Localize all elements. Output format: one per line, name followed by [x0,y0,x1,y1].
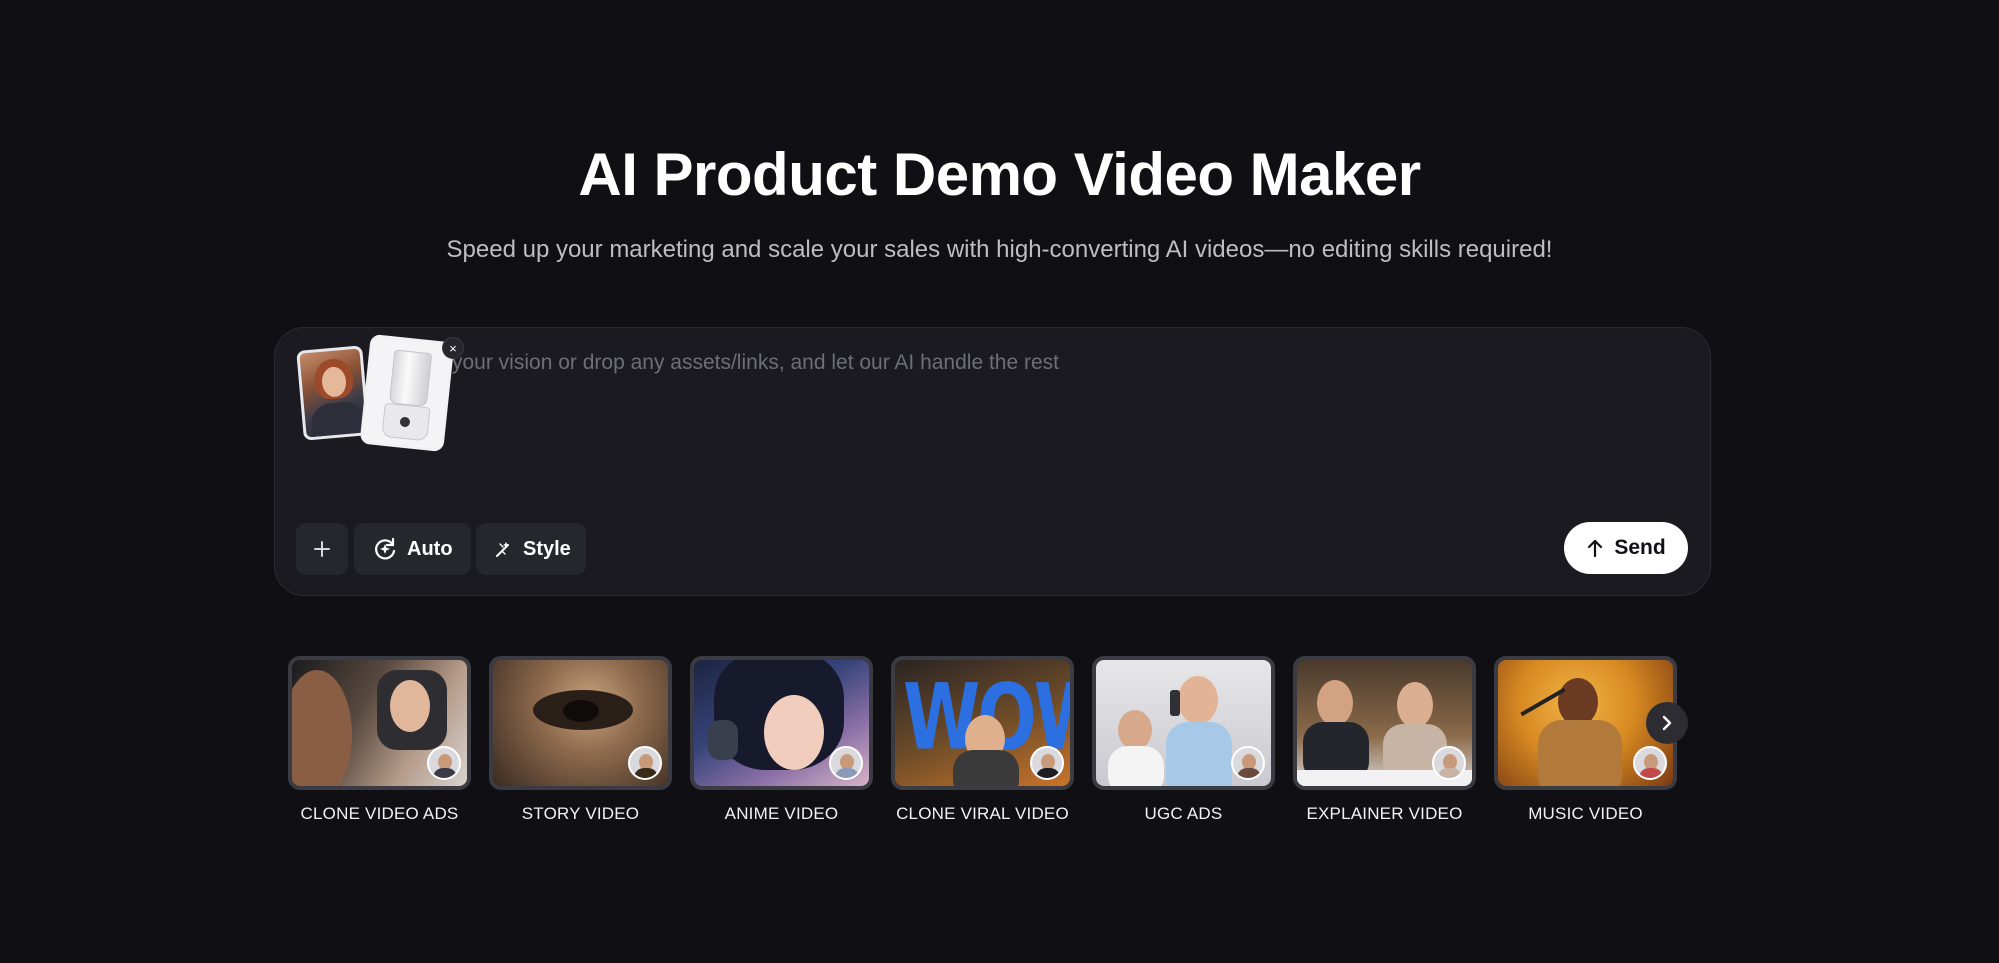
prompt-input-placeholder[interactable]: your vision or drop any assets/links, an… [452,351,1059,375]
category-label-clone-video-ads: CLONE VIDEO ADS [300,804,459,823]
auto-button[interactable]: Auto [354,523,471,575]
category-label-clone-viral-video: CLONE VIRAL VIDEO [896,804,1069,823]
category-label-story-video: STORY VIDEO [521,804,640,823]
send-button[interactable]: Send [1564,522,1688,574]
category-label-music-video: MUSIC VIDEO [1528,804,1643,823]
asset-thumbnail-product[interactable] [359,333,455,453]
creator-avatar [427,746,461,780]
auto-button-label: Auto [407,537,453,560]
carousel-next-button[interactable] [1646,702,1688,744]
category-card-ugc-ads[interactable] [1092,656,1275,790]
add-button[interactable] [296,523,348,575]
chevron-right-icon [1662,715,1672,731]
magic-wand-icon [496,542,509,557]
arrow-up-icon [1588,539,1603,558]
creator-avatar [1231,746,1265,780]
category-card-clone-viral-video[interactable]: WOW [891,656,1074,790]
asset-thumbnail-portrait[interactable] [296,345,370,441]
style-button[interactable]: Style [476,523,586,575]
send-button-label: Send [1614,536,1666,559]
creator-avatar [1432,746,1466,780]
plus-icon [314,541,330,557]
category-label-anime-video: ANIME VIDEO [724,804,839,823]
creator-avatar [829,746,863,780]
creator-avatar [1030,746,1064,780]
category-card-story-video[interactable] [489,656,672,790]
category-label-explainer-video: EXPLAINER VIDEO [1306,804,1463,823]
category-card-clone-video-ads[interactable] [288,656,471,790]
creator-avatar [1633,746,1667,780]
auto-mode-icon [375,537,396,560]
category-card-anime-video[interactable] [690,656,873,790]
hero-subtitle: Speed up your marketing and scale your s… [446,236,1553,263]
style-button-label: Style [523,537,571,560]
category-label-ugc-ads: UGC ADS [1144,804,1223,823]
category-card-explainer-video[interactable] [1293,656,1476,790]
remove-asset-button[interactable]: × [442,337,464,359]
creator-avatar [628,746,662,780]
hero-title: AI Product Demo Video Maker [578,141,1421,208]
